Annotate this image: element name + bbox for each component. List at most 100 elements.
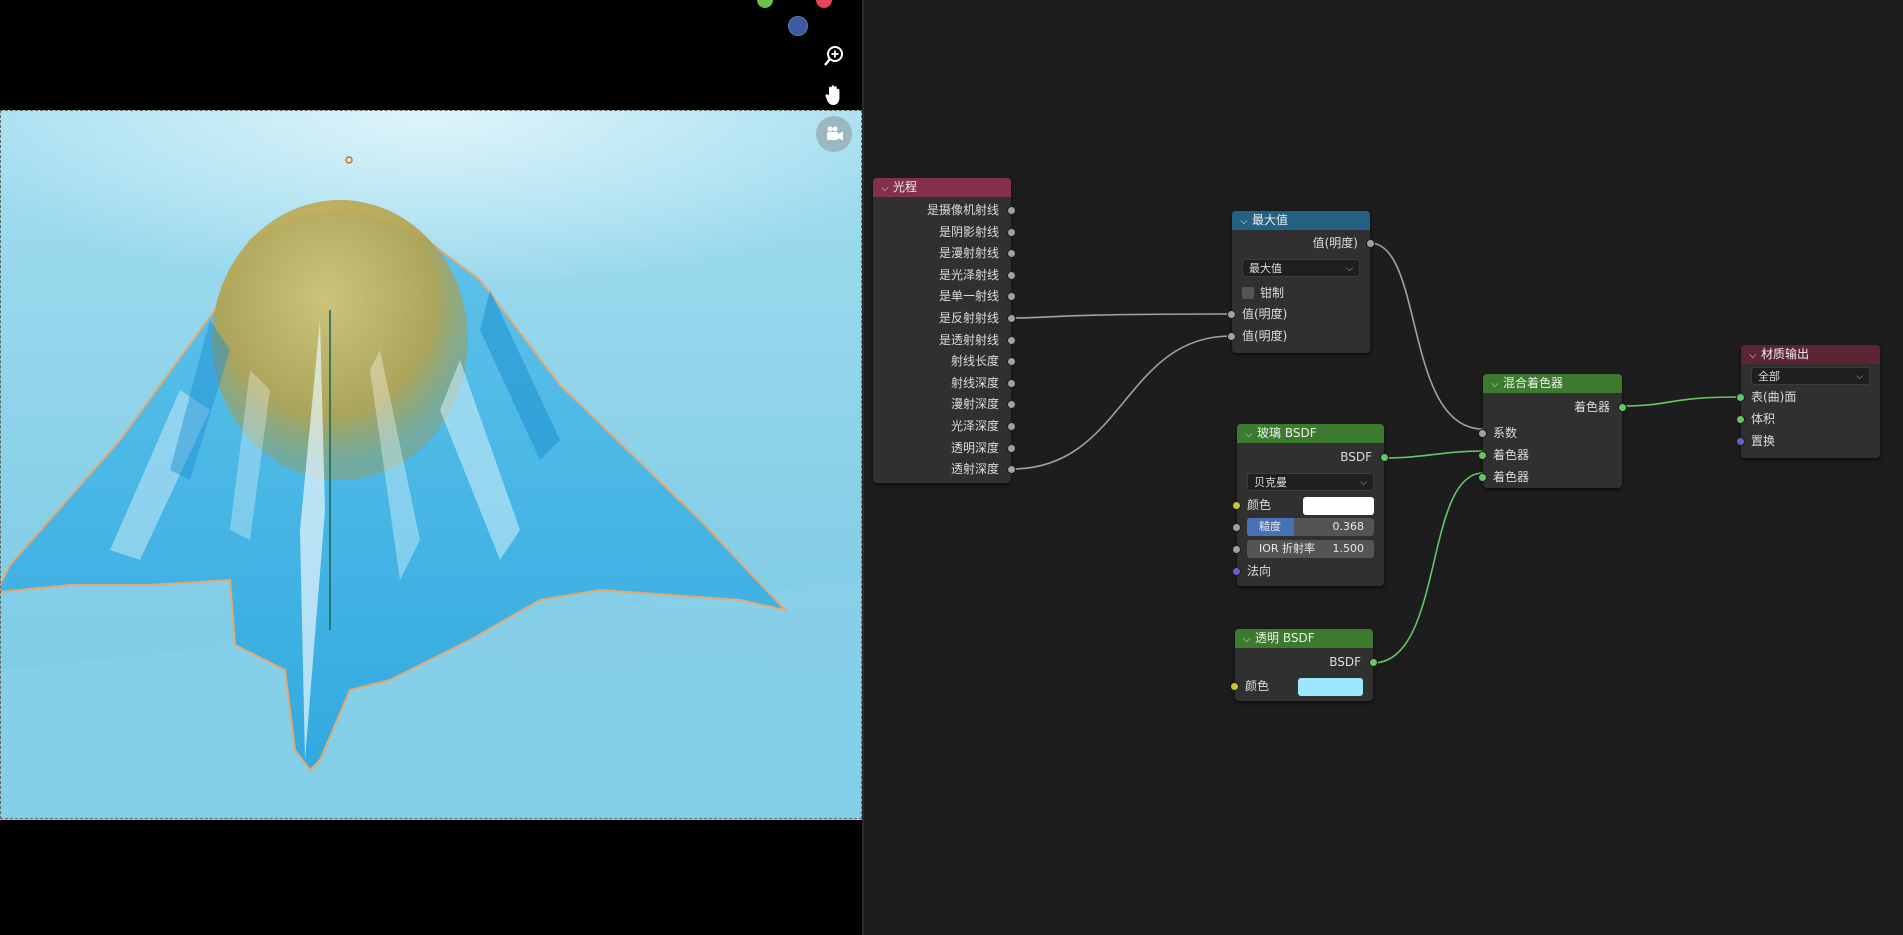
- node-header[interactable]: ⌵ 最大值: [1232, 211, 1370, 230]
- light-path-output-socket[interactable]: [1007, 314, 1016, 323]
- light-path-output-label: 射线深度: [950, 375, 999, 390]
- link-reflection-to-max: [1011, 313, 1232, 319]
- color-label: 颜色: [1247, 498, 1272, 512]
- ior-field[interactable]: IOR 折射率 1.500: [1247, 540, 1374, 558]
- roughness-slider[interactable]: 糙度 0.368: [1247, 518, 1374, 536]
- light-path-output-label: 是透射射线: [938, 332, 999, 347]
- fac-label: 系数: [1493, 426, 1518, 440]
- dropdown-value: 最大值: [1249, 262, 1282, 275]
- light-path-output-label: 是单一射线: [938, 289, 999, 304]
- node-title: 最大值: [1252, 213, 1289, 227]
- light-path-output-socket[interactable]: [1007, 206, 1016, 215]
- collapse-chevron-icon[interactable]: ⌵: [1491, 375, 1503, 394]
- gizmo-z-axis-dot[interactable]: [788, 16, 808, 36]
- ior-input-socket[interactable]: [1232, 545, 1241, 554]
- light-path-node[interactable]: ⌵ 光程 是摄像机射线 是阴影射线 是漫射射线 是光泽射线 是单一射线 是反射射线 是透射射线…: [873, 178, 1016, 483]
- shader-node-editor[interactable]: ⌵ 光程 是摄像机射线 是阴影射线 是漫射射线 是光泽射线 是单一射线 是反射射线 是透射射线…: [864, 0, 1903, 935]
- node-header[interactable]: ⌵ 材质输出: [1741, 345, 1880, 364]
- bsdf-output-socket[interactable]: [1369, 658, 1378, 667]
- link-mix-to-output: [1621, 396, 1742, 407]
- target-dropdown[interactable]: 全部 ⌵: [1751, 367, 1870, 385]
- displacement-input-socket[interactable]: [1736, 437, 1745, 446]
- input-value-label-1: 值(明度): [1242, 307, 1288, 321]
- light-path-output-socket[interactable]: [1007, 378, 1016, 388]
- maximum-node[interactable]: ⌵ 最大值 值(明度) 最大值 ⌵ 钳制 值(明度) 值(明度): [1227, 211, 1375, 353]
- roughness-input-socket[interactable]: [1232, 523, 1241, 532]
- surface-label: 表(曲)面: [1751, 390, 1797, 404]
- color-input-socket[interactable]: [1230, 682, 1239, 691]
- displacement-label: 置换: [1751, 434, 1776, 448]
- output-value-label: 值(明度): [1312, 236, 1358, 250]
- node-title: 光程: [893, 180, 918, 194]
- node-header[interactable]: ⌵ 混合着色器: [1483, 374, 1622, 393]
- ior-label: IOR 折射率: [1259, 542, 1316, 555]
- clamp-checkbox[interactable]: [1242, 287, 1254, 299]
- glass-bsdf-node[interactable]: ⌵ 玻璃 BSDF BSDF 贝克曼 ⌵ 颜色 糙度 0.368 IOR 折射率 1…: [1232, 424, 1389, 586]
- node-header[interactable]: ⌵ 透明 BSDF: [1235, 629, 1373, 648]
- fac-input-socket[interactable]: [1478, 429, 1487, 438]
- bsdf-output-label: BSDF: [1329, 655, 1361, 669]
- color-swatch[interactable]: [1303, 497, 1374, 515]
- render-preview: [0, 110, 863, 820]
- surface-input-socket[interactable]: [1736, 393, 1745, 402]
- 3d-viewport[interactable]: [0, 0, 863, 935]
- light-path-output-label: 光泽深度: [950, 419, 999, 433]
- node-title: 混合着色器: [1503, 376, 1564, 390]
- collapse-chevron-icon[interactable]: ⌵: [1749, 346, 1761, 365]
- shader-input-label-2: 着色器: [1493, 470, 1530, 484]
- collapse-chevron-icon[interactable]: ⌵: [1243, 630, 1255, 649]
- input-value-label-2: 值(明度): [1242, 329, 1288, 343]
- gizmo-x-axis-dot[interactable]: [816, 0, 832, 8]
- node-header[interactable]: ⌵ 玻璃 BSDF: [1237, 424, 1384, 443]
- ior-value: 1.500: [1332, 542, 1365, 555]
- light-path-output-label: 是阴影射线: [938, 224, 999, 239]
- dropdown-value: 全部: [1758, 370, 1780, 383]
- mix-shader-node[interactable]: ⌵ 混合着色器 着色器 系数 着色器 着色器: [1478, 374, 1627, 488]
- link-transparent-to-mix: [1372, 472, 1484, 664]
- light-path-output-socket[interactable]: [1007, 422, 1016, 431]
- shader-input-socket-2[interactable]: [1478, 473, 1487, 482]
- bsdf-output-socket[interactable]: [1380, 453, 1389, 462]
- link-max-to-fac: [1369, 242, 1484, 430]
- material-output-node[interactable]: ⌵ 材质输出 全部 ⌵ 表(曲)面 体积 置换: [1736, 345, 1880, 458]
- light-path-output-label: 是光泽射线: [938, 267, 999, 282]
- light-path-output-label: 透射深度: [950, 462, 999, 477]
- color-input-socket[interactable]: [1232, 501, 1241, 510]
- shader-input-socket-1[interactable]: [1478, 451, 1487, 460]
- roughness-value: 0.368: [1332, 520, 1365, 533]
- node-header[interactable]: ⌵ 光程: [873, 178, 1011, 197]
- distribution-dropdown[interactable]: 贝克曼 ⌵: [1247, 473, 1374, 491]
- bsdf-output-label: BSDF: [1340, 450, 1372, 464]
- zoom-icon[interactable]: [816, 38, 852, 74]
- volume-input-socket[interactable]: [1736, 415, 1745, 424]
- chevron-down-icon: ⌵: [1856, 372, 1863, 382]
- camera-icon[interactable]: [816, 116, 852, 152]
- pan-hand-icon[interactable]: [816, 77, 852, 113]
- link-transdepth-to-max: [1011, 335, 1232, 470]
- transparent-bsdf-node[interactable]: ⌵ 透明 BSDF BSDF 颜色: [1230, 629, 1378, 701]
- output-socket[interactable]: [1366, 239, 1375, 248]
- collapse-chevron-icon[interactable]: ⌵: [1245, 425, 1257, 444]
- operation-dropdown[interactable]: 最大值 ⌵: [1242, 259, 1360, 277]
- roughness-label: 糙度: [1259, 520, 1281, 533]
- light-path-output-label: 透明深度: [950, 440, 999, 455]
- light-path-output-label: 是反射射线: [938, 311, 999, 325]
- shader-output-socket[interactable]: [1618, 403, 1627, 412]
- light-path-output-label: 是漫射射线: [938, 246, 999, 261]
- volume-label: 体积: [1751, 412, 1776, 426]
- link-glass-to-mix: [1383, 450, 1484, 459]
- collapse-chevron-icon[interactable]: ⌵: [1240, 212, 1252, 231]
- dropdown-value: 贝克曼: [1254, 476, 1287, 489]
- input-socket-2[interactable]: [1227, 332, 1236, 341]
- normal-input-socket[interactable]: [1232, 567, 1241, 576]
- collapse-chevron-icon[interactable]: ⌵: [881, 179, 893, 198]
- input-socket-1[interactable]: [1227, 310, 1236, 319]
- color-swatch[interactable]: [1298, 678, 1363, 696]
- gizmo-y-axis-dot[interactable]: [757, 0, 773, 8]
- light-path-output-socket[interactable]: [1007, 335, 1016, 345]
- light-path-output-socket[interactable]: [1007, 227, 1016, 237]
- node-title: 透明 BSDF: [1255, 631, 1315, 645]
- normal-label: 法向: [1247, 564, 1272, 578]
- light-path-output-socket[interactable]: [1007, 270, 1016, 280]
- light-path-output-socket[interactable]: [1007, 443, 1016, 453]
